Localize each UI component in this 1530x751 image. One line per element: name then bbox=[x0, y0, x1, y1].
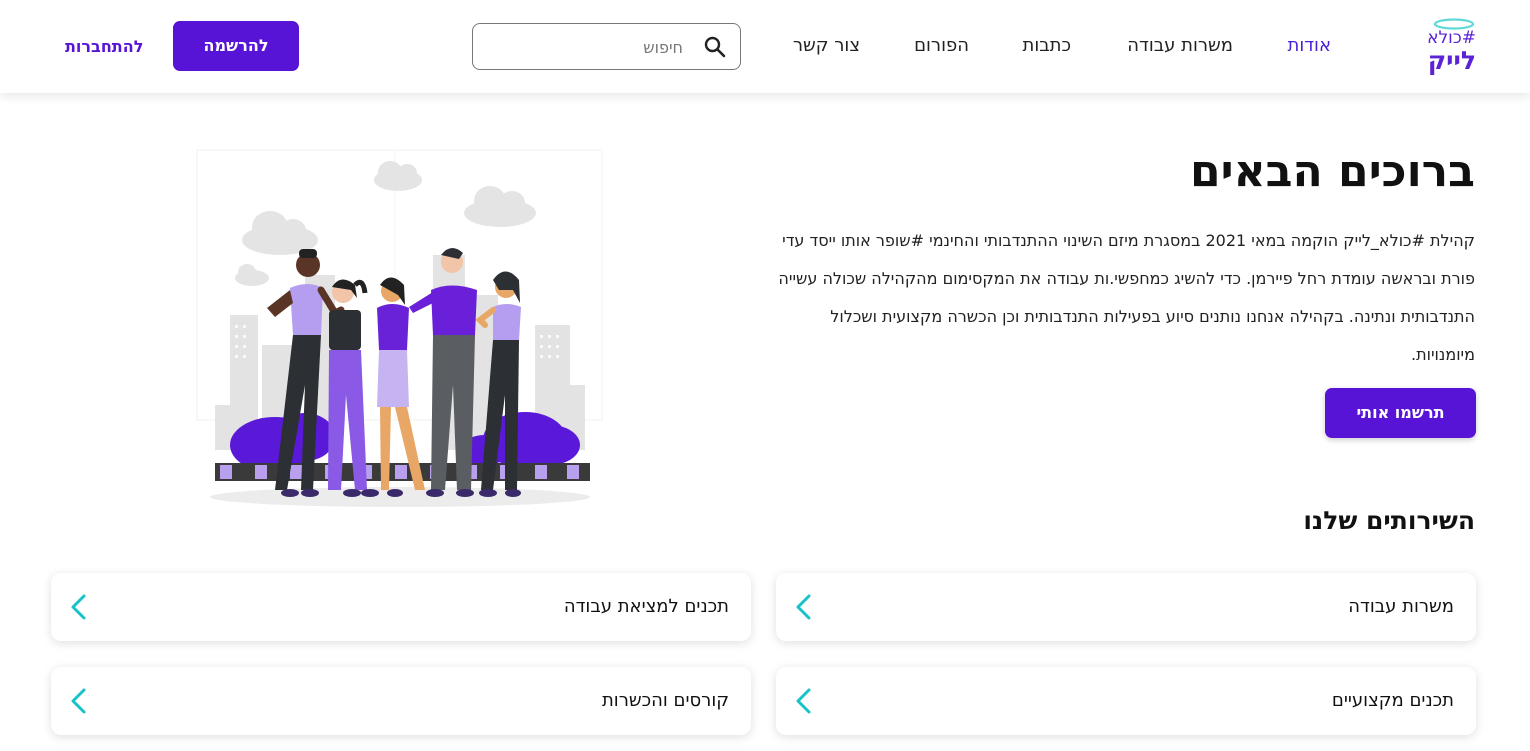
signup-me-button[interactable]: תרשמו אותי bbox=[1325, 388, 1476, 438]
search-box bbox=[472, 23, 741, 70]
login-link[interactable]: להתחברות bbox=[65, 37, 143, 56]
nav-jobs[interactable]: משרות עבודה bbox=[1127, 35, 1233, 56]
service-card-label: תכנים למציאת עבודה bbox=[563, 596, 729, 617]
nav-about[interactable]: אודות bbox=[1288, 35, 1332, 56]
register-button[interactable]: להרשמה bbox=[173, 21, 299, 71]
search-icon[interactable] bbox=[703, 35, 727, 59]
chevron-left-icon bbox=[71, 594, 86, 620]
top-header: #כולא לייק אודות משרות עבודה כתבות הפורו… bbox=[0, 0, 1530, 93]
community-illustration bbox=[196, 149, 603, 507]
service-card-job-content[interactable]: תכנים למציאת עבודה bbox=[51, 573, 751, 641]
logo-text-bottom: לייק bbox=[1427, 46, 1476, 75]
logo-text-top: #כולא bbox=[1427, 28, 1476, 48]
service-card-professional-content[interactable]: תכנים מקצועיים bbox=[776, 667, 1476, 735]
service-card-courses[interactable]: קורסים והכשרות bbox=[51, 667, 751, 735]
nav-forum[interactable]: הפורום bbox=[914, 35, 969, 56]
service-card-label: קורסים והכשרות bbox=[601, 690, 729, 711]
service-card-label: תכנים מקצועיים bbox=[1331, 690, 1454, 711]
chevron-left-icon bbox=[71, 688, 86, 714]
chevron-left-icon bbox=[796, 594, 811, 620]
services-title: השירותים שלנו bbox=[1303, 506, 1475, 535]
search-input[interactable] bbox=[487, 32, 683, 62]
service-card-jobs[interactable]: משרות עבודה bbox=[776, 573, 1476, 641]
nav-articles[interactable]: כתבות bbox=[1023, 35, 1072, 56]
site-logo[interactable]: #כולא לייק bbox=[1427, 18, 1478, 75]
nav-contact[interactable]: צור קשר bbox=[793, 35, 860, 56]
chevron-left-icon bbox=[796, 688, 811, 714]
page-title: ברוכים הבאים bbox=[1190, 146, 1475, 197]
service-card-label: משרות עבודה bbox=[1348, 596, 1454, 617]
hero-description: קהילת #כולא_לייק הוקמה במאי 2021 במסגרת … bbox=[778, 231, 1475, 364]
